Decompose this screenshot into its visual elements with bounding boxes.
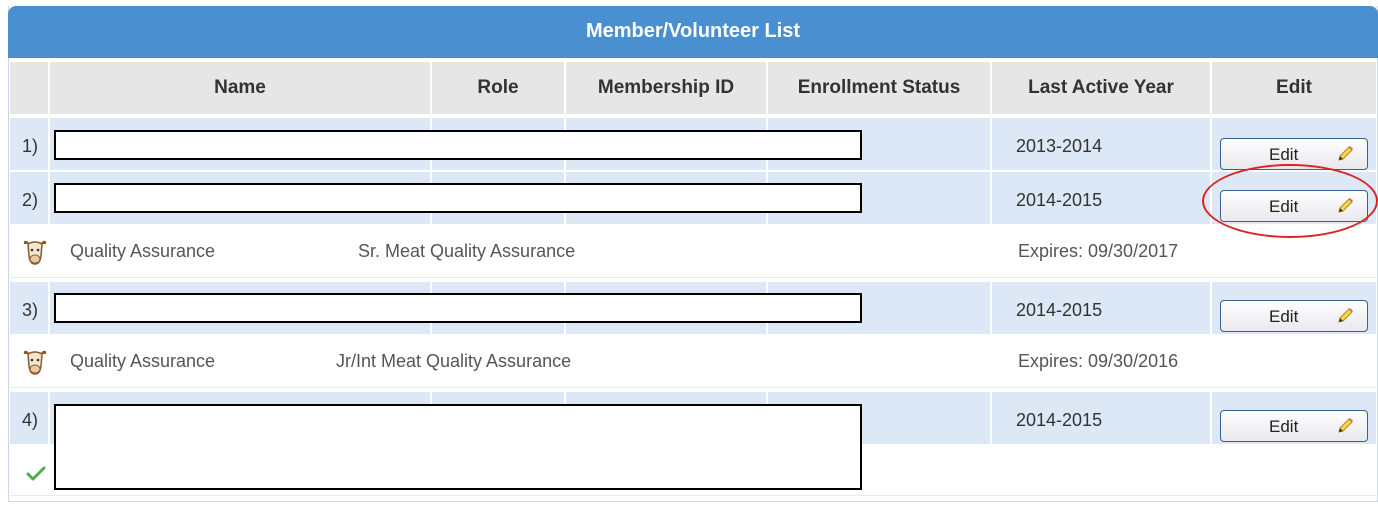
redacted-member-info: [54, 130, 862, 160]
last-active-year: 2014-2015: [1016, 410, 1103, 430]
cow-head-icon: [23, 350, 47, 375]
edit-button-label: Edit: [1269, 197, 1299, 216]
row-number: 4): [22, 410, 39, 430]
last-active-year: 2014-2015: [1016, 190, 1103, 210]
edit-button-label: Edit: [1269, 417, 1299, 436]
table-header: Name Role Membership ID Enrollment Statu…: [10, 62, 1376, 114]
header-enrollment-status: Enrollment Status: [768, 62, 992, 114]
cow-head-icon: [23, 240, 47, 265]
qa-expiration: Expires: 09/30/2016: [1018, 351, 1179, 371]
last-active-year: 2014-2015: [1016, 300, 1103, 320]
row-number: 3): [22, 300, 39, 320]
edit-button[interactable]: Edit: [1220, 410, 1368, 442]
pencil-icon: [1338, 418, 1353, 433]
header-edit: Edit: [1276, 77, 1312, 98]
qa-type: Quality Assurance: [70, 351, 216, 371]
row-number: 1): [22, 136, 39, 156]
edit-button[interactable]: Edit: [1220, 300, 1368, 332]
edit-button[interactable]: Edit: [1220, 190, 1368, 222]
header-membership-id: Membership ID: [566, 62, 768, 114]
qa-course: Sr. Meat Quality Assurance: [358, 241, 576, 261]
redacted-member-info: [54, 183, 862, 213]
header-last-active-year: Last Active Year: [992, 62, 1212, 114]
header-index: [10, 62, 50, 114]
header-name: Name: [50, 62, 432, 114]
qa-course: Jr/Int Meat Quality Assurance: [336, 351, 572, 371]
last-active-year: 2013-2014: [1016, 136, 1103, 156]
redacted-member-info: [54, 293, 862, 323]
pencil-icon: [1338, 198, 1353, 213]
pencil-icon: [1338, 146, 1353, 161]
edit-button-label: Edit: [1269, 307, 1299, 326]
checkmark-icon: [26, 466, 46, 481]
panel-title: Member/Volunteer List: [8, 6, 1378, 58]
edit-button[interactable]: Edit: [1220, 138, 1368, 170]
edit-button-label: Edit: [1269, 145, 1299, 164]
pencil-icon: [1338, 308, 1353, 323]
qa-type: Quality Assurance: [70, 241, 216, 261]
redacted-member-info: [54, 404, 862, 490]
quality-assurance-row: Quality Assurance Jr/Int Meat Quality As…: [10, 336, 1376, 388]
quality-assurance-row: Quality Assurance Sr. Meat Quality Assur…: [10, 226, 1376, 278]
qa-expiration: Expires: 09/30/2017: [1018, 241, 1179, 261]
header-role: Role: [432, 62, 566, 114]
row-number: 2): [22, 190, 39, 210]
